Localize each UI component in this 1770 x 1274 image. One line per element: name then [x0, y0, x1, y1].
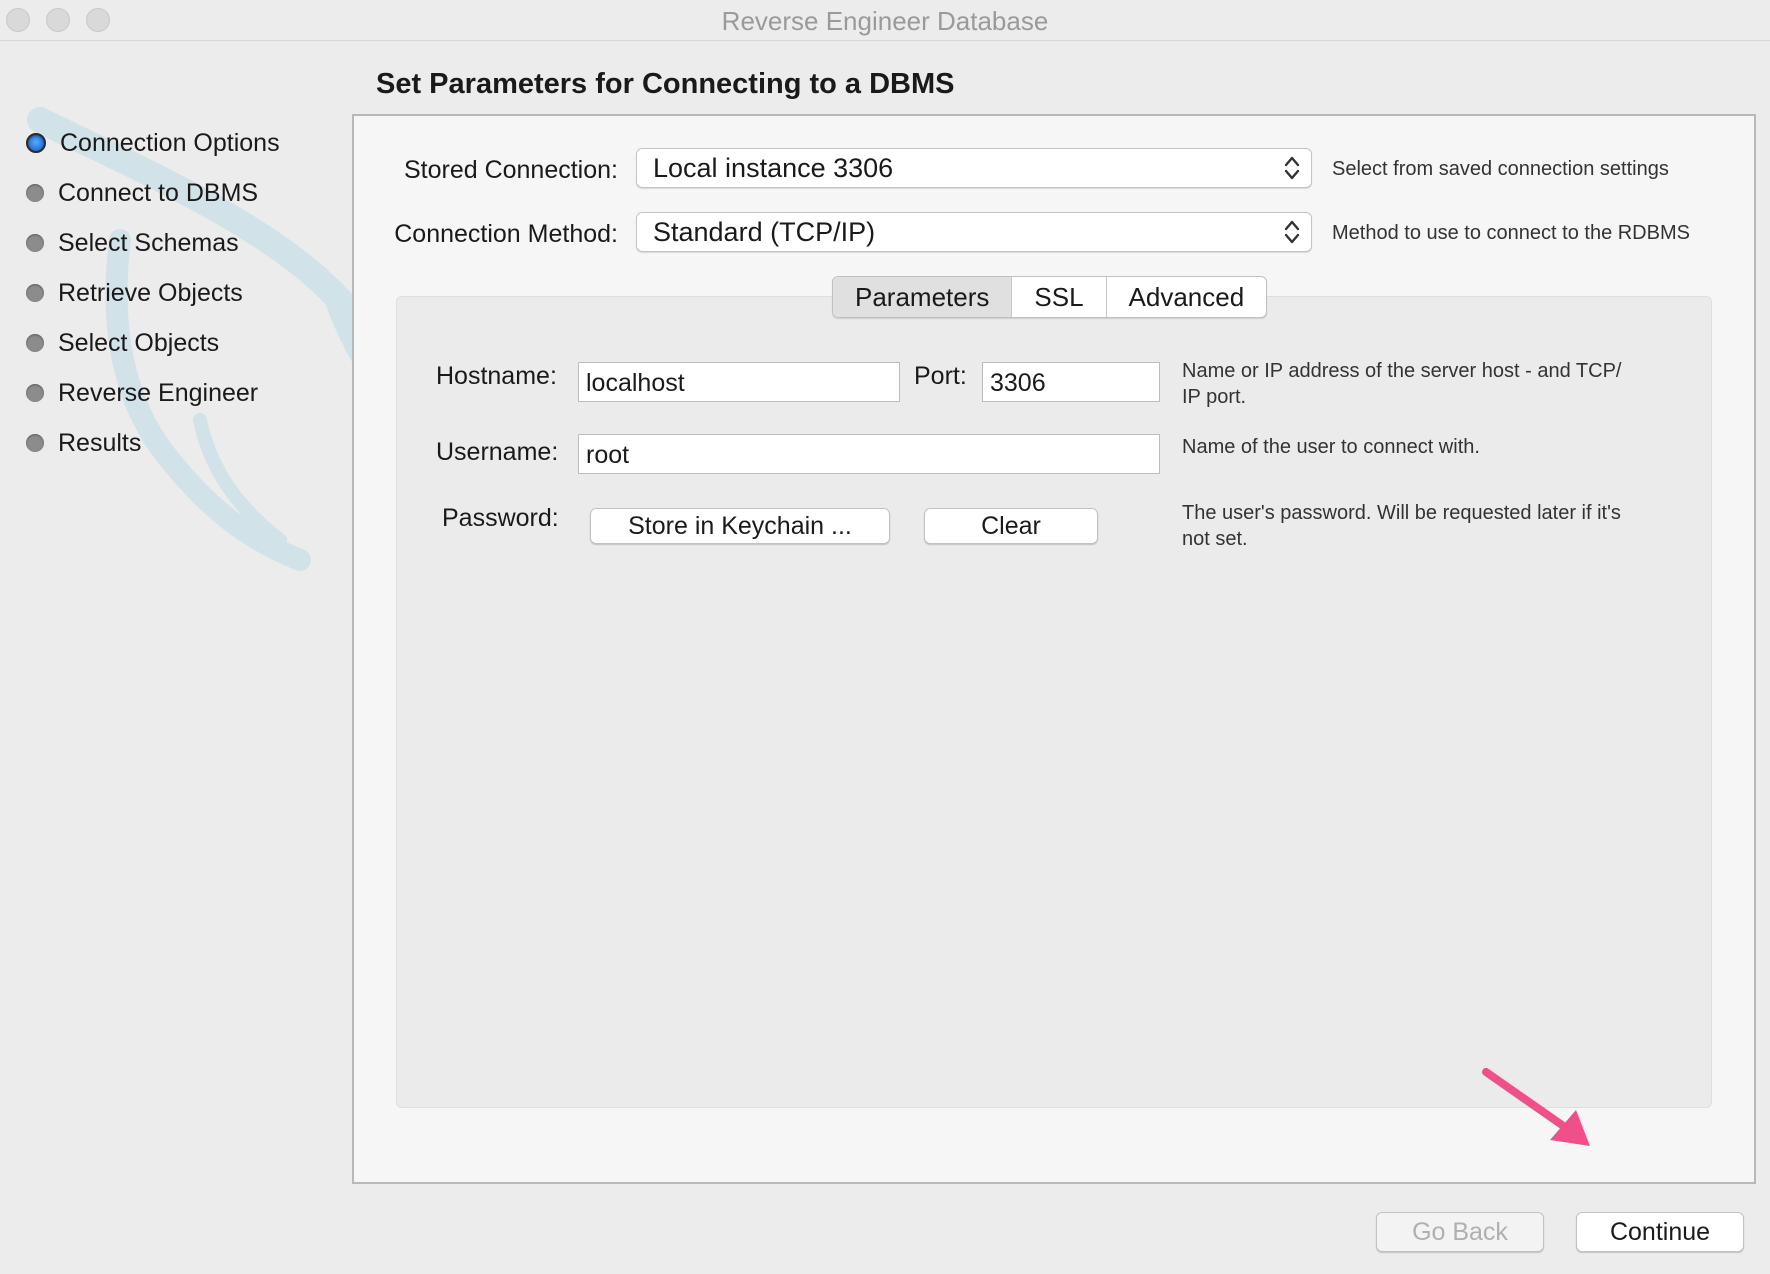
password-label: Password:	[442, 504, 559, 532]
step-indicator-icon	[26, 434, 44, 452]
store-in-keychain-button[interactable]: Store in Keychain ...	[590, 508, 890, 544]
updown-chevron-icon	[1284, 156, 1300, 180]
step-indicator-icon	[26, 184, 44, 202]
step-retrieve-objects: Retrieve Objects	[26, 268, 280, 318]
step-indicator-icon	[26, 234, 44, 252]
stored-connection-label: Stored Connection:	[403, 156, 618, 184]
password-hint-line: The user's password. Will be requested l…	[1182, 502, 1621, 524]
username-input[interactable]: root	[578, 434, 1160, 474]
username-hint: Name of the user to connect with.	[1182, 436, 1480, 458]
tab-ssl[interactable]: SSL	[1012, 277, 1107, 317]
step-connection-options: Connection Options	[26, 118, 280, 168]
step-label: Select Schemas	[58, 228, 239, 257]
host-hint-line: IP port.	[1182, 386, 1247, 408]
step-select-schemas: Select Schemas	[26, 218, 280, 268]
page-title: Set Parameters for Connecting to a DBMS	[376, 68, 955, 100]
updown-chevron-icon	[1284, 220, 1300, 244]
host-hint-line: Name or IP address of the server host - …	[1182, 360, 1622, 382]
connection-method-hint: Method to use to connect to the RDBMS	[1332, 222, 1690, 244]
tab-bar: Parameters SSL Advanced	[832, 276, 1268, 318]
parameters-panel	[396, 296, 1712, 1108]
step-label: Results	[58, 428, 142, 457]
host-hint: Name or IP address of the server host - …	[1182, 358, 1621, 410]
connection-method-label: Connection Method:	[394, 220, 618, 248]
clear-password-button[interactable]: Clear	[924, 508, 1098, 544]
username-label: Username:	[436, 438, 559, 466]
window-titlebar: Reverse Engineer Database	[0, 0, 1770, 41]
step-active-indicator-icon	[26, 133, 46, 153]
go-back-button[interactable]: Go Back	[1376, 1212, 1544, 1252]
tab-advanced[interactable]: Advanced	[1107, 277, 1267, 317]
hostname-label: Hostname:	[436, 362, 557, 390]
hostname-input[interactable]: localhost	[578, 362, 900, 402]
step-indicator-icon	[26, 284, 44, 302]
stored-connection-value: Local instance 3306	[653, 153, 894, 183]
step-label: Retrieve Objects	[58, 278, 243, 307]
step-connect-to-dbms: Connect to DBMS	[26, 168, 280, 218]
window-title: Reverse Engineer Database	[721, 6, 1049, 36]
step-reverse-engineer: Reverse Engineer	[26, 368, 280, 418]
tab-parameters[interactable]: Parameters	[833, 277, 1013, 317]
step-label: Select Objects	[58, 328, 220, 357]
wizard-steps: Connection Options Connect to DBMS Selec…	[26, 118, 280, 468]
step-indicator-icon	[26, 334, 44, 352]
password-hint-line: not set.	[1182, 528, 1248, 550]
step-select-objects: Select Objects	[26, 318, 280, 368]
port-input[interactable]: 3306	[982, 362, 1160, 402]
annotation-arrow-icon	[1482, 1068, 1590, 1146]
stored-connection-select[interactable]: Local instance 3306	[636, 148, 1312, 188]
step-label: Reverse Engineer	[58, 378, 259, 407]
connection-method-select[interactable]: Standard (TCP/IP)	[636, 212, 1312, 252]
port-label: Port:	[914, 362, 967, 390]
stored-connection-hint: Select from saved connection settings	[1332, 158, 1669, 180]
continue-button[interactable]: Continue	[1576, 1212, 1744, 1252]
password-hint: The user's password. Will be requested l…	[1182, 500, 1621, 552]
step-indicator-icon	[26, 384, 44, 402]
connection-method-value: Standard (TCP/IP)	[653, 217, 876, 247]
step-label: Connect to DBMS	[58, 178, 259, 207]
step-results: Results	[26, 418, 280, 468]
step-label: Connection Options	[60, 128, 280, 157]
